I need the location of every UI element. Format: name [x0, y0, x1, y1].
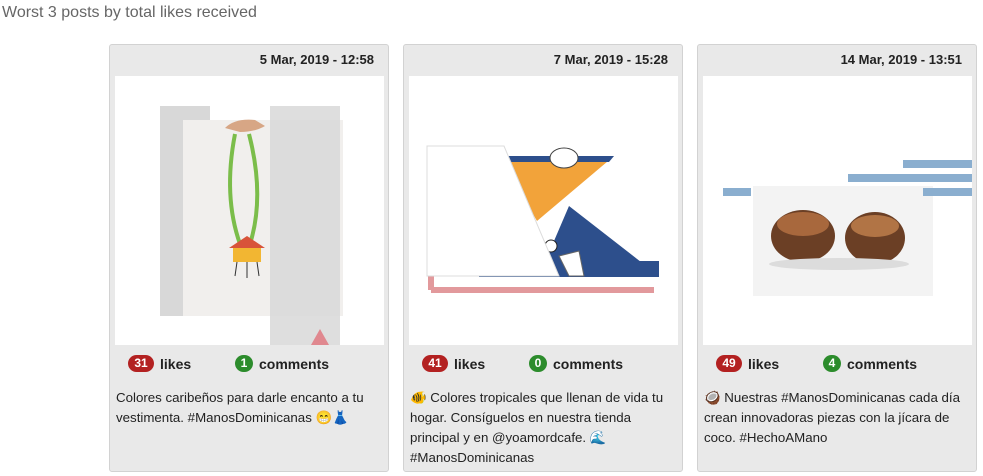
comments-label: comments [847, 355, 918, 372]
post-image[interactable] [409, 76, 678, 345]
post-card[interactable]: 5 Mar, 2019 - 12:58 31 likes 1 comments … [109, 44, 389, 472]
likes-badge: 41 [422, 355, 448, 372]
post-image[interactable] [115, 76, 384, 345]
comments-label: comments [553, 355, 624, 372]
post-card[interactable]: 7 Mar, 2019 - 15:28 41 likes 0 comments [403, 44, 683, 472]
comments-label: comments [259, 355, 330, 372]
likes-label: likes [454, 355, 486, 372]
post-caption: Colores caribeños para darle encanto a t… [116, 390, 364, 425]
likes-badge: 49 [716, 355, 742, 372]
post-date: 5 Mar, 2019 - 12:58 [259, 52, 374, 67]
likes-label: likes [160, 355, 192, 372]
section-title: Worst 3 posts by total likes received [2, 4, 257, 21]
post-date: 14 Mar, 2019 - 13:51 [840, 52, 962, 67]
comments-badge: 0 [529, 355, 547, 372]
post-date: 7 Mar, 2019 - 15:28 [553, 52, 668, 67]
comments-badge: 1 [235, 355, 253, 372]
comments-badge: 4 [823, 355, 841, 372]
post-image[interactable] [703, 76, 972, 345]
post-card[interactable]: 14 Mar, 2019 - 13:51 49 likes 4 comments… [697, 44, 977, 472]
likes-label: likes [748, 355, 780, 372]
post-caption: 🥥 Nuestras #ManosDominicanas cada día cr… [704, 390, 961, 445]
likes-badge: 31 [128, 355, 154, 372]
post-caption: 🐠 Colores tropicales que llenan de vida … [410, 390, 664, 465]
